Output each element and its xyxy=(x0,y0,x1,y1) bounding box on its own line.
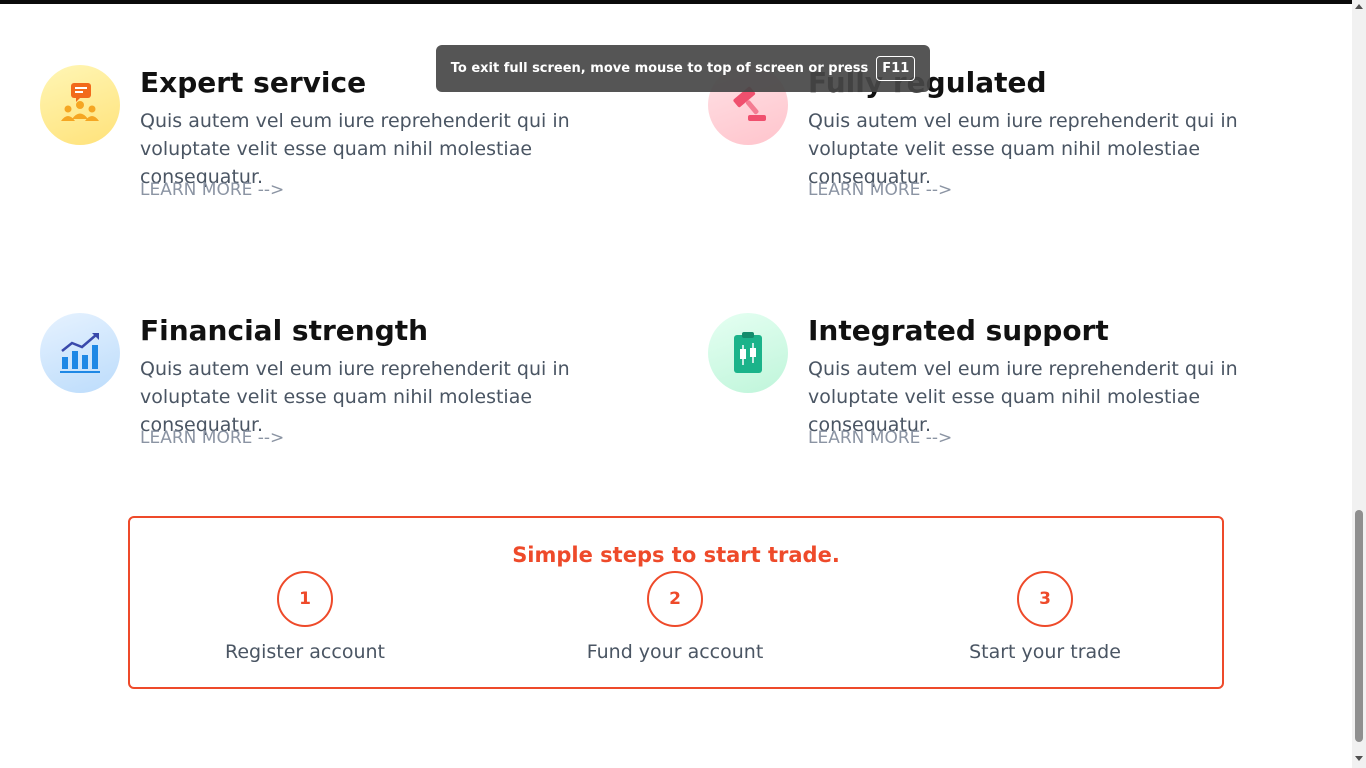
growth-chart-icon xyxy=(40,313,120,393)
step-register-account: 1 Register account xyxy=(185,571,425,663)
learn-more-link[interactable]: LEARN MORE --> xyxy=(808,428,952,448)
feature-description: Quis autem vel eum iure reprehenderit qu… xyxy=(140,358,570,436)
step-number: 2 xyxy=(647,571,703,627)
vertical-scrollbar[interactable] xyxy=(1352,0,1366,768)
feature-description: Quis autem vel eum iure reprehenderit qu… xyxy=(140,110,570,188)
scrollbar-thumb[interactable] xyxy=(1355,510,1363,742)
feature-description: Quis autem vel eum iure reprehenderit qu… xyxy=(808,358,1238,436)
step-fund-account: 2 Fund your account xyxy=(555,571,795,663)
top-border xyxy=(0,0,1352,4)
page: Expert service Quis autem vel eum iure r… xyxy=(0,0,1352,768)
feature-title: Expert service xyxy=(140,66,367,99)
scroll-up-arrow-icon[interactable] xyxy=(1355,4,1363,9)
simple-steps-panel: Simple steps to start trade. 1 Register … xyxy=(128,516,1224,689)
feature-title: Financial strength xyxy=(140,314,429,347)
step-label: Start your trade xyxy=(969,641,1121,663)
feature-title: Integrated support xyxy=(808,314,1109,347)
scroll-down-arrow-icon[interactable] xyxy=(1355,756,1363,761)
steps-title: Simple steps to start trade. xyxy=(512,543,840,567)
feature-description: Quis autem vel eum iure reprehenderit qu… xyxy=(808,110,1238,188)
f11-key-badge: F11 xyxy=(876,56,916,81)
fullscreen-exit-notice: To exit full screen, move mouse to top o… xyxy=(436,45,930,92)
step-number: 1 xyxy=(277,571,333,627)
step-start-trade: 3 Start your trade xyxy=(925,571,1165,663)
learn-more-link[interactable]: LEARN MORE --> xyxy=(140,428,284,448)
step-number: 3 xyxy=(1017,571,1073,627)
learn-more-link[interactable]: LEARN MORE --> xyxy=(808,180,952,200)
step-label: Register account xyxy=(225,641,385,663)
step-label: Fund your account xyxy=(586,641,764,663)
team-chat-icon xyxy=(40,65,120,145)
clipboard-candlestick-icon xyxy=(708,313,788,393)
fullscreen-notice-text: To exit full screen, move mouse to top o… xyxy=(450,61,869,76)
learn-more-link[interactable]: LEARN MORE --> xyxy=(140,180,284,200)
